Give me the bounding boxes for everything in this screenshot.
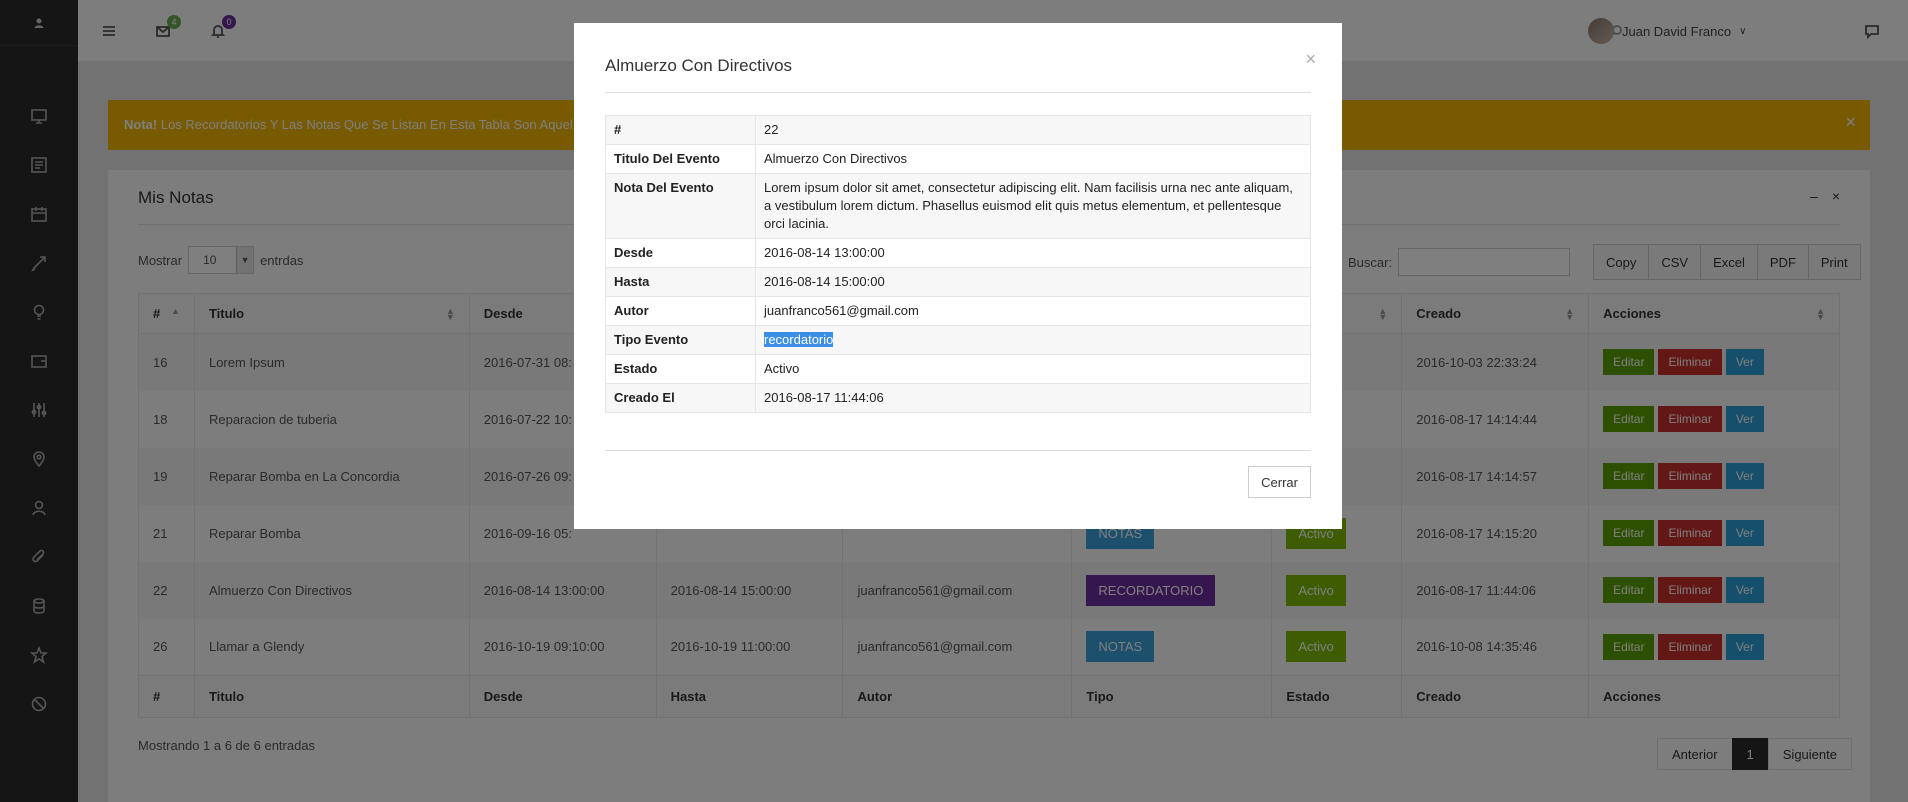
detail-value-text: 2016-08-17 11:44:06 [764,390,884,405]
detail-value: Almuerzo Con Directivos [755,144,1311,174]
detail-row: Estado Activo [605,354,1311,384]
detail-key: Hasta [605,267,756,297]
event-detail-modal: Almuerzo Con Directivos × # 22 Titulo Del… [574,23,1342,529]
detail-value: recordatorio [755,325,1311,355]
detail-key: Autor [605,296,756,326]
detail-row: Creado El 2016-08-17 11:44:06 [605,383,1311,413]
detail-key: Estado [605,354,756,384]
detail-row: Autor juanfranco561@gmail.com [605,296,1311,326]
detail-value: Lorem ipsum dolor sit amet, consectetur … [755,173,1311,239]
detail-value: 22 [755,115,1311,145]
modal-title: Almuerzo Con Directivos [605,56,793,75]
detail-row: Nota Del Evento Lorem ipsum dolor sit am… [605,173,1311,239]
detail-key: Creado El [605,383,756,413]
detail-key: # [605,115,756,145]
detail-value-text: Lorem ipsum dolor sit amet, consectetur … [764,180,1293,231]
detail-key: Tipo Evento [605,325,756,355]
detail-value-text: 2016-08-14 15:00:00 [764,274,885,289]
divider [605,92,1311,93]
detail-value: 2016-08-14 15:00:00 [755,267,1311,297]
detail-key: Desde [605,238,756,268]
detail-value: 2016-08-14 13:00:00 [755,238,1311,268]
detail-value-text: Almuerzo Con Directivos [764,151,908,166]
detail-value-text: Activo [764,361,800,376]
detail-value-text: juanfranco561@gmail.com [764,303,919,318]
detail-key: Nota Del Evento [605,173,756,239]
detail-value-text: 22 [764,122,779,137]
detail-value: Activo [755,354,1311,384]
detail-value-text: 2016-08-14 13:00:00 [764,245,885,260]
cerrar-button[interactable]: Cerrar [1248,466,1311,498]
event-detail-table: # 22 Titulo Del Evento Almuerzo Con Direc… [605,115,1311,413]
detail-row: Hasta 2016-08-14 15:00:00 [605,267,1311,297]
modal-close-icon[interactable]: × [1305,49,1316,70]
detail-row: Titulo Del Evento Almuerzo Con Directivo… [605,144,1311,174]
detail-value: juanfranco561@gmail.com [755,296,1311,326]
divider [605,450,1311,451]
detail-row: Desde 2016-08-14 13:00:00 [605,238,1311,268]
detail-value-text: recordatorio [764,332,834,347]
detail-row: Tipo Evento recordatorio [605,325,1311,355]
detail-value: 2016-08-17 11:44:06 [755,383,1311,413]
detail-row: # 22 [605,115,1311,145]
detail-key: Titulo Del Evento [605,144,756,174]
